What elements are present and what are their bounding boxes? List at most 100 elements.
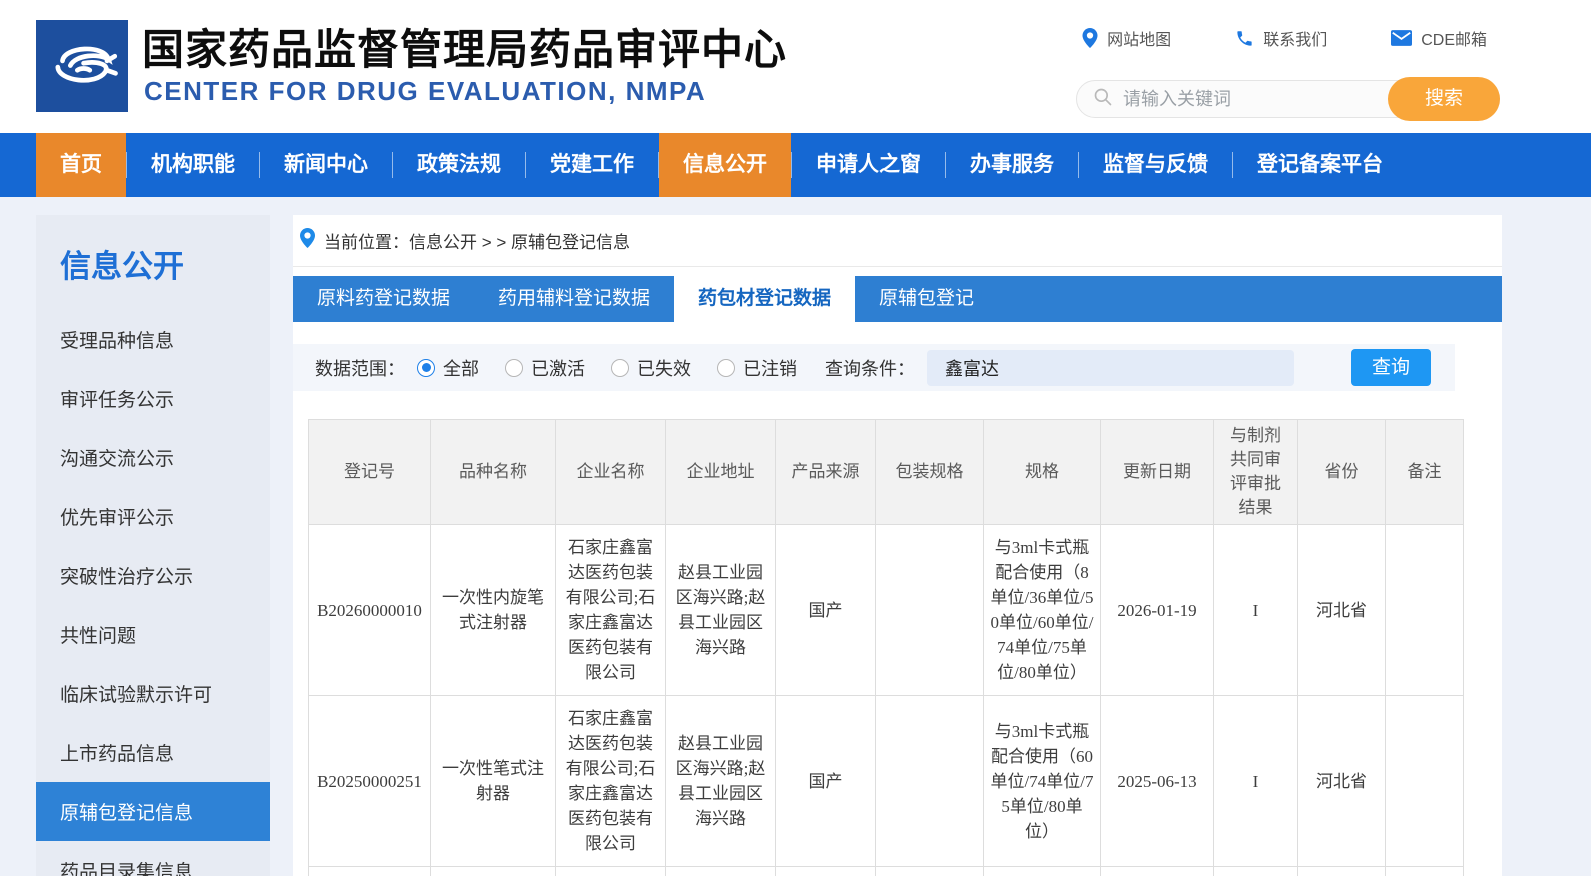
tab-3[interactable]: 原辅包登记 xyxy=(855,276,998,322)
scope-radio-group: 全部 已激活 已失效 已注销 xyxy=(417,355,797,381)
quick-link-2[interactable]: CDE邮箱 xyxy=(1391,26,1487,50)
table-cell: 河北省 xyxy=(1297,695,1386,867)
search-input[interactable] xyxy=(1123,88,1373,110)
table-cell xyxy=(308,866,431,876)
radio-option-label: 已激活 xyxy=(531,358,585,379)
sidebar-item-8[interactable]: 原辅包登记信息 xyxy=(36,782,270,841)
radio-circle-icon xyxy=(505,358,523,377)
column-header: 登记号 xyxy=(308,419,431,525)
column-header: 备注 xyxy=(1385,419,1464,525)
nav-item-3[interactable]: 政策法规 xyxy=(393,133,525,197)
table-cell: 石家庄鑫富达医药包装有限公司;石家庄鑫富达医药包装有限公司 xyxy=(555,695,666,867)
query-button[interactable]: 查询 xyxy=(1351,349,1431,386)
scope-label: 数据范围： xyxy=(315,358,405,379)
column-header: 与制剂共同审评审批结果 xyxy=(1213,419,1298,525)
registration-table: 登记号 品种名称 企业名称 企业地址 产品来源 包装规格 规格 更新日期 与制剂共同审评审批结果… xyxy=(308,419,1464,876)
sidebar-items: 受理品种信息 审评任务公示 沟通交流公示 优先审评公示 突破性治疗公示 共性问题 临床试验默… xyxy=(36,310,270,876)
nav-item-0[interactable]: 首页 xyxy=(36,133,126,197)
table-cell: 赵县工业园 xyxy=(665,866,776,876)
column-header: 产品来源 xyxy=(775,419,876,525)
nav-item-8[interactable]: 监督与反馈 xyxy=(1079,133,1232,197)
cde-logo xyxy=(36,20,128,112)
table-cell xyxy=(555,866,666,876)
sidebar-item-2[interactable]: 沟通交流公示 xyxy=(36,428,270,487)
table-cell: 与3ml卡式瓶配合使用（8单位/36单位/50单位/60单位/74单位/75单位… xyxy=(983,524,1101,696)
column-header: 更新日期 xyxy=(1100,419,1214,525)
search-button[interactable]: 搜索 xyxy=(1388,77,1500,121)
table-cell: 国产 xyxy=(775,524,876,696)
table-cell xyxy=(775,866,876,876)
table-cell xyxy=(875,866,984,876)
sidebar-item-6[interactable]: 临床试验默示许可 xyxy=(36,664,270,723)
nav-item-5[interactable]: 信息公开 xyxy=(659,133,791,197)
table-row-1: B20250000251 一次性笔式注射器 石家庄鑫富达医药包装有限公司;石家庄鑫富… xyxy=(308,695,1464,867)
nav-item-9[interactable]: 登记备案平台 xyxy=(1233,133,1407,197)
table-row-2: 赵县工业园 xyxy=(308,866,1464,876)
filter-bar: 数据范围： 全部 已激活 已失效 已注销 查询条件： 查询 xyxy=(293,344,1455,391)
column-header: 规格 xyxy=(983,419,1101,525)
query-label: 查询条件： xyxy=(825,358,915,379)
table-cell xyxy=(1213,866,1298,876)
breadcrumb-text: 当前位置：信息公开 > > 原辅包登记信息 xyxy=(324,233,631,252)
radio-option-1[interactable]: 已激活 xyxy=(505,355,585,381)
radio-option-label: 全部 xyxy=(443,358,479,379)
sidebar-item-4[interactable]: 突破性治疗公示 xyxy=(36,546,270,605)
sidebar-item-7[interactable]: 上市药品信息 xyxy=(36,723,270,782)
page-subtitle: CENTER FOR DRUG EVALUATION, NMPA xyxy=(144,76,707,106)
quick-link-0[interactable]: 网站地图 xyxy=(1082,26,1171,50)
column-header: 包装规格 xyxy=(875,419,984,525)
main-panel: 当前位置：信息公开 > > 原辅包登记信息 原料药登记数据 药用辅料登记数据 药包材… xyxy=(293,215,1502,876)
column-header: 企业名称 xyxy=(555,419,666,525)
breadcrumb: 当前位置：信息公开 > > 原辅包登记信息 xyxy=(293,215,1502,267)
nav-item-1[interactable]: 机构职能 xyxy=(127,133,259,197)
table-cell xyxy=(1100,866,1214,876)
table-row-0: B20260000010 一次性内旋笔式注射器 石家庄鑫富达医药包装有限公司;石家庄… xyxy=(308,524,1464,696)
quick-link-label: 网站地图 xyxy=(1107,32,1172,49)
sidebar-item-0[interactable]: 受理品种信息 xyxy=(36,310,270,369)
table-cell: 与3ml卡式瓶配合使用（60单位/74单位/75单位/80单位） xyxy=(983,695,1101,867)
table-cell: 国产 xyxy=(775,695,876,867)
sidebar-title: 信息公开 xyxy=(60,249,184,284)
table-cell xyxy=(875,695,984,867)
column-header: 品种名称 xyxy=(430,419,556,525)
radio-option-label: 已注销 xyxy=(743,358,797,379)
nav-item-2[interactable]: 新闻中心 xyxy=(260,133,392,197)
table-cell: B20260000010 xyxy=(308,524,431,696)
sidebar-item-9[interactable]: 药品目录集信息 xyxy=(36,841,270,876)
nav-item-4[interactable]: 党建工作 xyxy=(526,133,658,197)
query-input[interactable] xyxy=(927,349,1294,386)
radio-option-0[interactable]: 全部 xyxy=(417,355,479,381)
table-cell: 一次性内旋笔式注射器 xyxy=(430,524,556,696)
radio-option-label: 已失效 xyxy=(637,358,691,379)
location-pin-icon xyxy=(1082,28,1098,48)
sidebar-item-1[interactable]: 审评任务公示 xyxy=(36,369,270,428)
location-pin-icon xyxy=(300,228,315,253)
table-cell xyxy=(430,866,556,876)
table-cell xyxy=(1297,866,1386,876)
quick-link-1[interactable]: 联系我们 xyxy=(1235,26,1327,50)
table-cell xyxy=(1385,695,1464,867)
tab-2[interactable]: 药包材登记数据 xyxy=(674,276,856,322)
sidebar-item-5[interactable]: 共性问题 xyxy=(36,605,270,664)
sidebar-item-3[interactable]: 优先审评公示 xyxy=(36,487,270,546)
tab-bar: 原料药登记数据 药用辅料登记数据 药包材登记数据 原辅包登记 xyxy=(293,276,1502,322)
table-cell: 2026-01-19 xyxy=(1100,524,1214,696)
table-wrap: 登记号 品种名称 企业名称 企业地址 产品来源 包装规格 规格 更新日期 与制剂共同审评审批结果… xyxy=(308,419,1502,876)
nav-item-6[interactable]: 申请人之窗 xyxy=(792,133,945,197)
table-cell: 河北省 xyxy=(1297,524,1386,696)
radio-circle-icon xyxy=(611,358,629,377)
radio-option-2[interactable]: 已失效 xyxy=(611,355,691,381)
quick-link-label: CDE邮箱 xyxy=(1421,32,1487,49)
tab-1[interactable]: 药用辅料登记数据 xyxy=(474,276,674,322)
table-cell: 石家庄鑫富达医药包装有限公司;石家庄鑫富达医药包装有限公司 xyxy=(555,524,666,696)
table-cell: 赵县工业园区海兴路;赵县工业园区海兴路 xyxy=(665,695,776,867)
sidebar: 信息公开 受理品种信息 审评任务公示 沟通交流公示 优先审评公示 突破性治疗公示 共性问题… xyxy=(36,215,270,876)
radio-option-3[interactable]: 已注销 xyxy=(717,355,797,381)
quick-links: 网站地图 联系我们 CDE邮箱 xyxy=(1082,26,1487,50)
table-cell xyxy=(983,866,1101,876)
nav-item-7[interactable]: 办事服务 xyxy=(946,133,1078,197)
main-nav: 首页 机构职能 新闻中心 政策法规 党建工作 信息公开 申请人之窗 办事服务 监督与反馈 登记备案… xyxy=(0,133,1591,197)
quick-link-label: 联系我们 xyxy=(1263,32,1328,49)
tab-0[interactable]: 原料药登记数据 xyxy=(293,276,474,322)
page-content: 信息公开 受理品种信息 审评任务公示 沟通交流公示 优先审评公示 突破性治疗公示 共性问题… xyxy=(0,197,1591,876)
